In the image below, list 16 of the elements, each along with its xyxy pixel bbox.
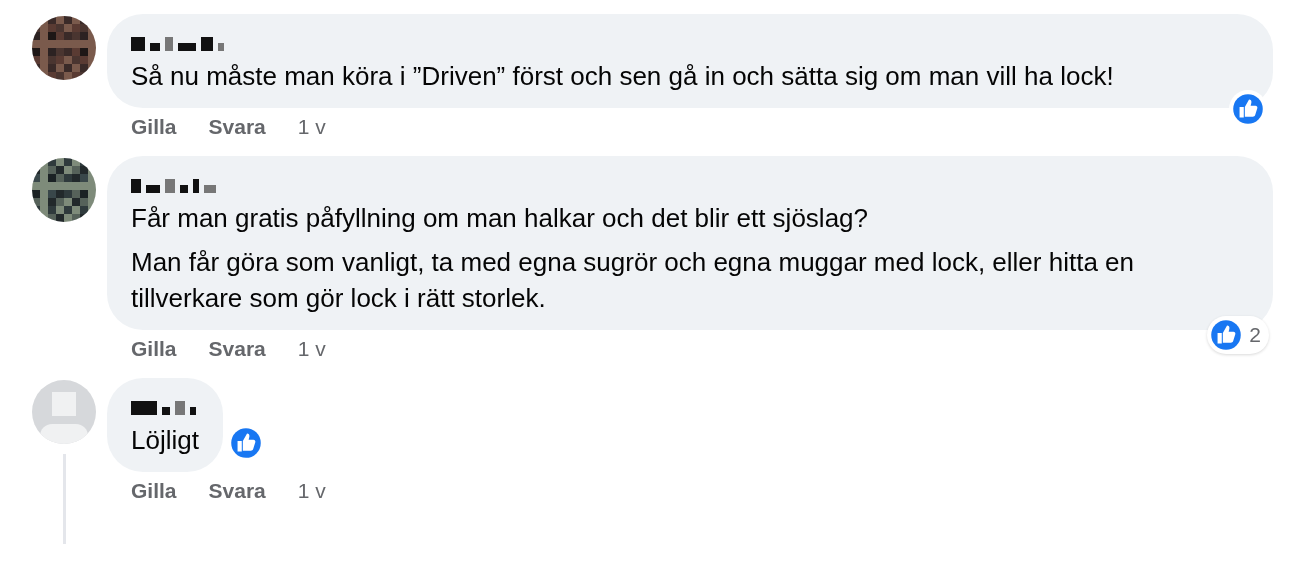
timestamp[interactable]: 1 v	[297, 114, 326, 140]
action-link[interactable]: Gilla	[131, 336, 177, 362]
action-link[interactable]: Svara	[208, 478, 266, 504]
timestamp[interactable]: 1 v	[297, 336, 326, 362]
reaction-summary[interactable]: 2	[1207, 316, 1269, 354]
comment-text: Får man gratis påfyllning om man halkar och det blir ett sjöslag?	[131, 202, 869, 235]
action-link[interactable]: Svara	[208, 336, 266, 362]
redacted-name-drawing	[131, 400, 196, 416]
comment-text: Löjligt	[131, 424, 199, 457]
reaction-count[interactable]: 2	[1249, 323, 1261, 347]
action-link[interactable]: Gilla	[131, 114, 177, 140]
comment-text: Så nu måste man köra i ”Driven” först och sen gå in och sätta sig om man vill ha lock!	[131, 60, 1115, 93]
action-link[interactable]: Svara	[208, 114, 266, 140]
timestamp[interactable]: 1 v	[297, 478, 326, 504]
action-link[interactable]: Gilla	[131, 478, 177, 504]
comment-text: Man får göra som vanligt, ta med egna sugrör och egna muggar med lock, eller hitta en tillverkare som gör lock i rätt storlek.	[131, 246, 1135, 315]
